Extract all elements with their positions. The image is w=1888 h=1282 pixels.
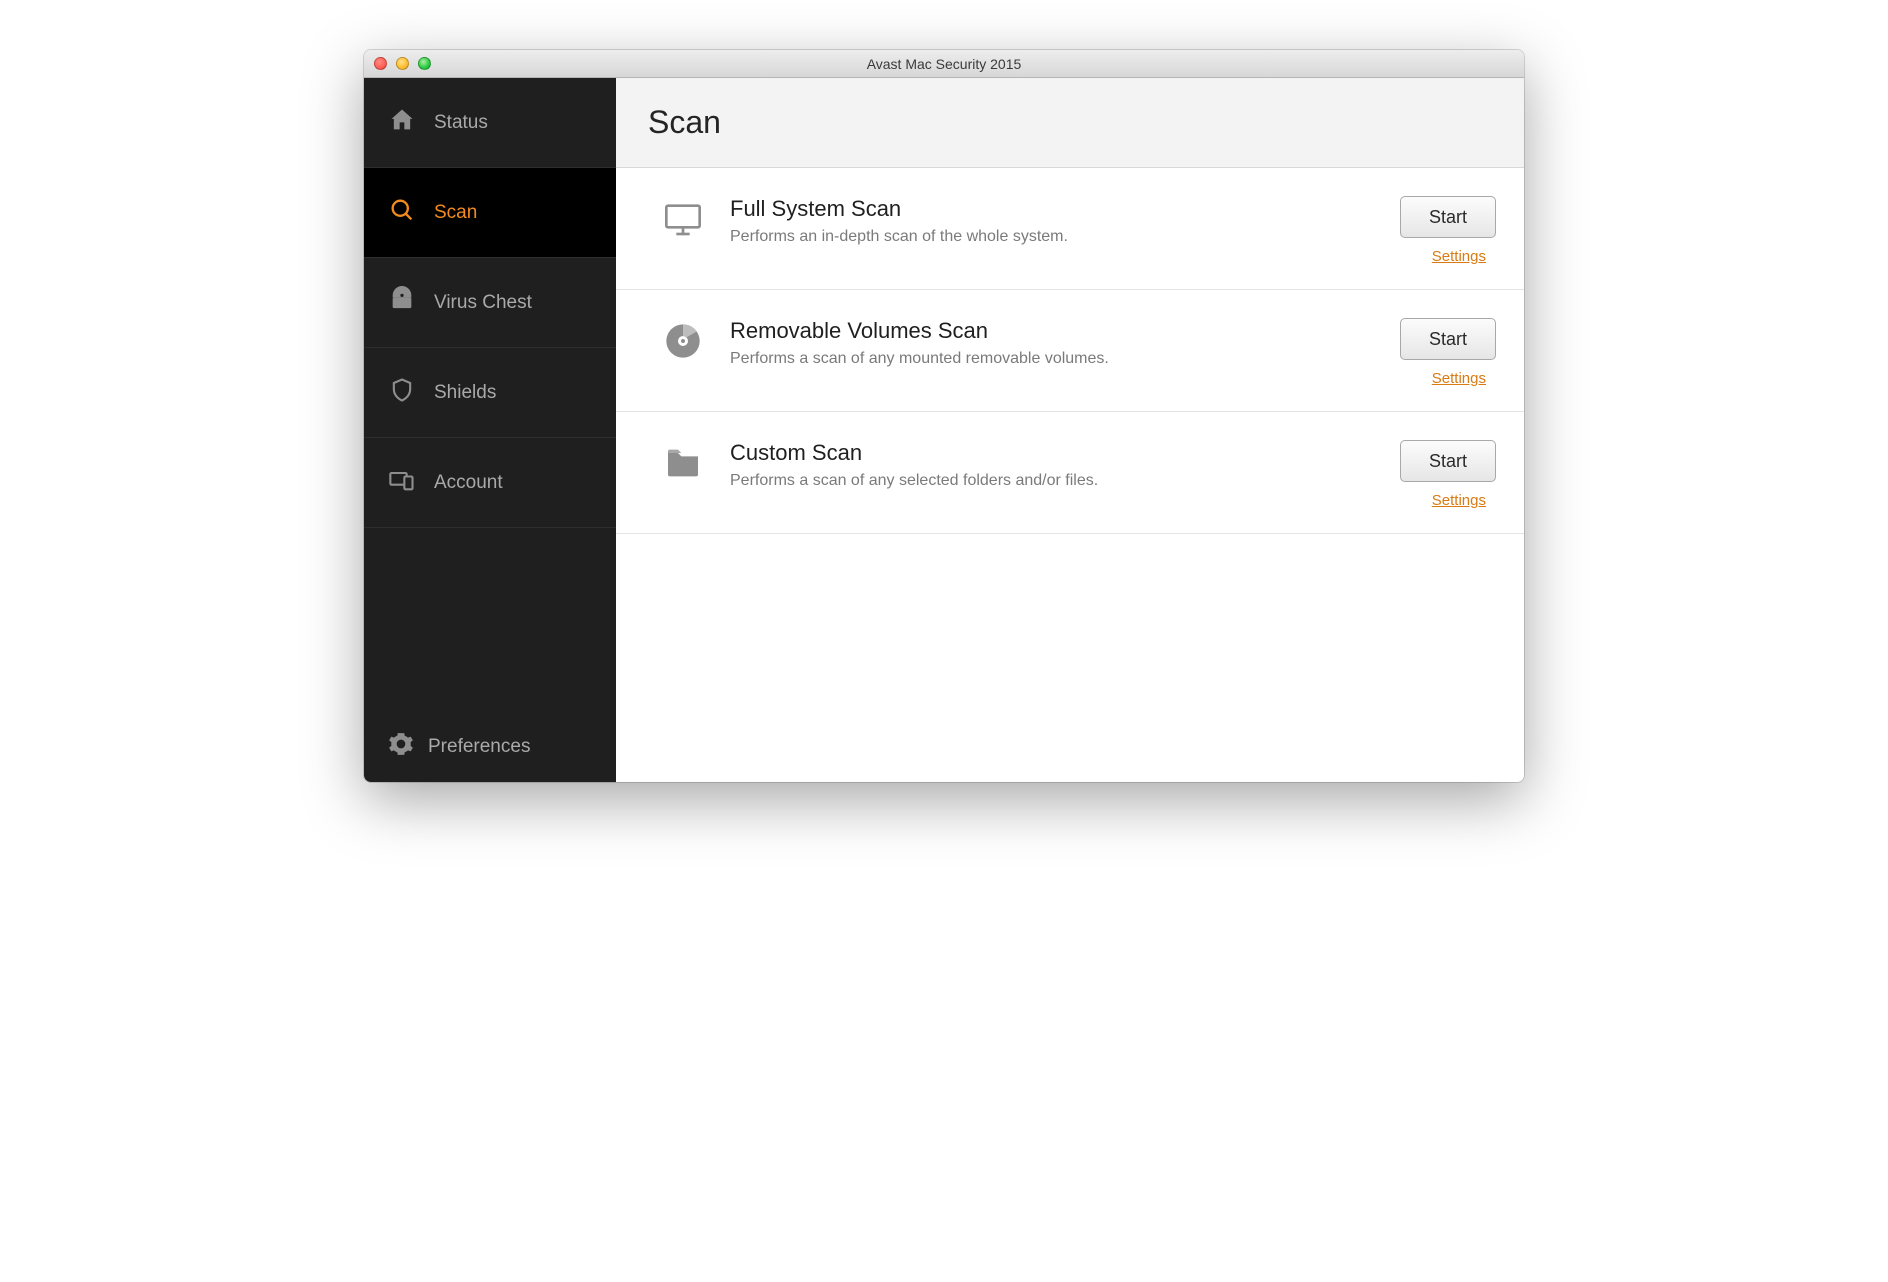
start-button[interactable]: Start bbox=[1400, 318, 1496, 360]
sidebar-item-scan[interactable]: Scan bbox=[364, 168, 616, 258]
scan-description: Performs a scan of any selected folders … bbox=[730, 472, 1376, 490]
folder-icon bbox=[660, 440, 706, 486]
zoom-window-button[interactable] bbox=[418, 57, 431, 70]
scan-text: Removable Volumes Scan Performs a scan o… bbox=[730, 318, 1376, 368]
scan-actions: Start Settings bbox=[1376, 196, 1496, 265]
sidebar-item-preferences[interactable]: Preferences bbox=[364, 712, 616, 782]
scan-actions: Start Settings bbox=[1376, 318, 1496, 387]
scan-name: Full System Scan bbox=[730, 196, 1376, 222]
scan-row-custom: Custom Scan Performs a scan of any selec… bbox=[616, 412, 1524, 534]
close-window-button[interactable] bbox=[374, 57, 387, 70]
sidebar-item-virus-chest[interactable]: Virus Chest bbox=[364, 258, 616, 348]
titlebar: Avast Mac Security 2015 bbox=[364, 50, 1524, 78]
scan-name: Removable Volumes Scan bbox=[730, 318, 1376, 344]
shield-icon bbox=[388, 376, 416, 410]
magnifier-icon bbox=[388, 196, 416, 230]
disc-icon bbox=[660, 318, 706, 364]
scan-description: Performs a scan of any mounted removable… bbox=[730, 350, 1376, 368]
preferences-label: Preferences bbox=[428, 736, 530, 758]
start-button[interactable]: Start bbox=[1400, 440, 1496, 482]
settings-link[interactable]: Settings bbox=[1432, 248, 1486, 265]
scan-text: Custom Scan Performs a scan of any selec… bbox=[730, 440, 1376, 490]
main-header: Scan bbox=[616, 78, 1524, 168]
chest-icon bbox=[388, 286, 416, 320]
app-window: Avast Mac Security 2015 Status Scan Vi bbox=[364, 50, 1524, 782]
scan-list: Full System Scan Performs an in-depth sc… bbox=[616, 168, 1524, 534]
settings-link[interactable]: Settings bbox=[1432, 370, 1486, 387]
page-title: Scan bbox=[648, 104, 721, 141]
sidebar-item-label: Status bbox=[434, 112, 488, 134]
sidebar: Status Scan Virus Chest Shields bbox=[364, 78, 616, 782]
scan-name: Custom Scan bbox=[730, 440, 1376, 466]
main-pane: Scan Full System Scan Performs an in-dep… bbox=[616, 78, 1524, 782]
scan-description: Performs an in-depth scan of the whole s… bbox=[730, 228, 1376, 246]
window-title: Avast Mac Security 2015 bbox=[364, 56, 1524, 72]
window-body: Status Scan Virus Chest Shields bbox=[364, 78, 1524, 782]
sidebar-item-label: Virus Chest bbox=[434, 292, 532, 314]
sidebar-item-label: Scan bbox=[434, 202, 477, 224]
devices-icon bbox=[388, 466, 416, 500]
home-icon bbox=[388, 106, 416, 140]
scan-row-removable-volumes: Removable Volumes Scan Performs a scan o… bbox=[616, 290, 1524, 412]
settings-link[interactable]: Settings bbox=[1432, 492, 1486, 509]
sidebar-item-shields[interactable]: Shields bbox=[364, 348, 616, 438]
sidebar-spacer bbox=[364, 528, 616, 712]
scan-row-full-system: Full System Scan Performs an in-depth sc… bbox=[616, 168, 1524, 290]
sidebar-item-account[interactable]: Account bbox=[364, 438, 616, 528]
start-button[interactable]: Start bbox=[1400, 196, 1496, 238]
traffic-lights bbox=[374, 57, 431, 70]
monitor-icon bbox=[660, 196, 706, 242]
scan-text: Full System Scan Performs an in-depth sc… bbox=[730, 196, 1376, 246]
scan-actions: Start Settings bbox=[1376, 440, 1496, 509]
gear-icon bbox=[388, 731, 414, 763]
sidebar-item-status[interactable]: Status bbox=[364, 78, 616, 168]
minimize-window-button[interactable] bbox=[396, 57, 409, 70]
sidebar-item-label: Account bbox=[434, 472, 503, 494]
sidebar-item-label: Shields bbox=[434, 382, 496, 404]
